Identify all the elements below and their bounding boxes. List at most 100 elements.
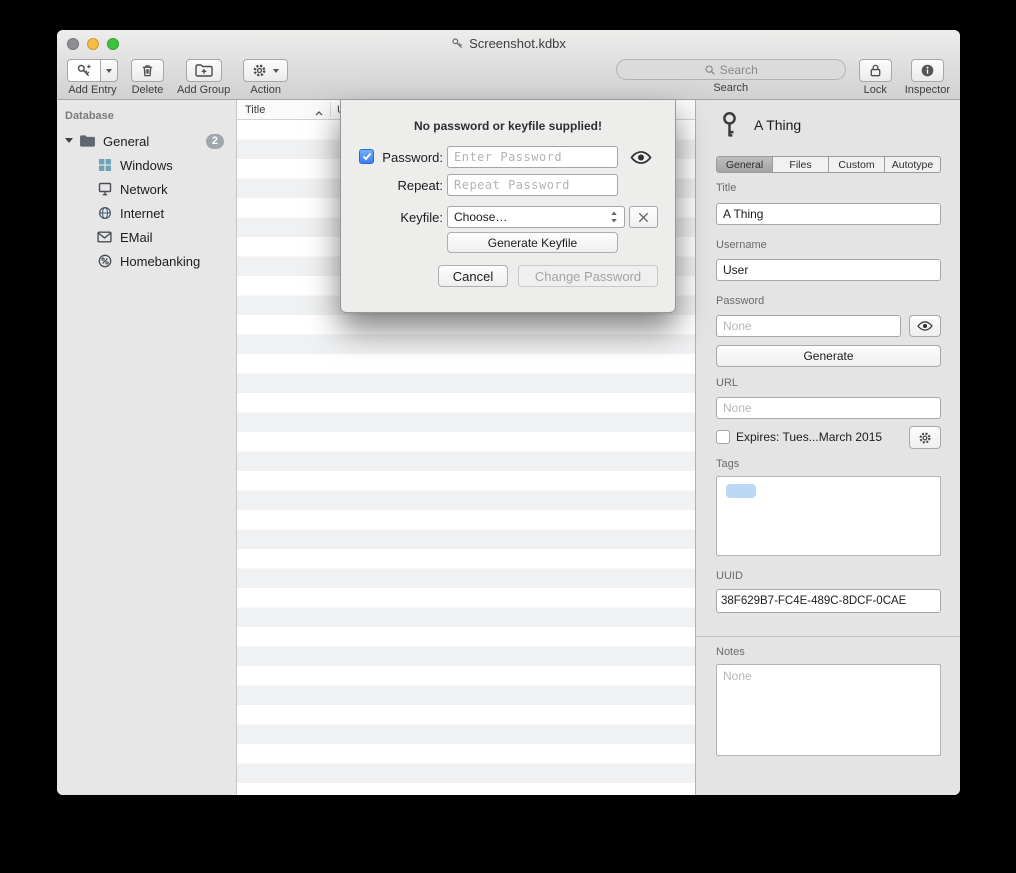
generate-keyfile-button[interactable]: Generate Keyfile <box>447 232 618 253</box>
column-header-title[interactable]: Title <box>245 104 265 116</box>
folder-plus-icon <box>195 63 213 78</box>
sidebar-item-windows[interactable]: Windows <box>57 153 236 177</box>
uuid-label: UUID <box>716 570 743 582</box>
clear-keyfile-button[interactable] <box>629 206 658 228</box>
inspector-panel: A Thing General Files Custom Autotype Ti… <box>695 100 960 795</box>
title-field[interactable] <box>716 203 941 225</box>
tab-autotype[interactable]: Autotype <box>885 157 940 172</box>
add-group-item: Add Group <box>177 59 230 96</box>
action-item: Action <box>243 59 288 96</box>
tags-label: Tags <box>716 458 739 470</box>
sidebar-item-network[interactable]: Network <box>57 177 236 201</box>
chevron-down-icon <box>273 69 279 73</box>
repeat-password-input[interactable] <box>447 174 618 196</box>
sidebar-section-header: Database <box>57 107 236 129</box>
tab-files[interactable]: Files <box>773 157 829 172</box>
key-plus-icon <box>76 63 92 79</box>
expires-settings-button[interactable] <box>909 426 941 449</box>
change-password-button[interactable]: Change Password <box>518 265 658 287</box>
inspector-item: Inspector <box>905 59 950 96</box>
sidebar-item-label: Homebanking <box>120 254 200 269</box>
percent-coin-icon <box>96 254 113 268</box>
sort-asc-icon <box>315 107 323 119</box>
username-label: Username <box>716 239 767 251</box>
sidebar-item-email[interactable]: EMail <box>57 225 236 249</box>
eye-icon <box>629 150 653 165</box>
column-divider[interactable] <box>330 102 331 117</box>
lock-button[interactable] <box>859 59 892 82</box>
url-field[interactable] <box>716 397 941 419</box>
tag-chip[interactable] <box>726 484 756 498</box>
info-circle-icon <box>920 63 935 78</box>
sidebar-item-homebanking[interactable]: Homebanking <box>57 249 236 273</box>
url-label: URL <box>716 377 738 389</box>
search-input[interactable]: Search <box>616 59 846 80</box>
chevron-down-icon <box>106 69 112 73</box>
reveal-password-button[interactable] <box>625 146 657 168</box>
window-chrome: Screenshot.kdbx Add Entry <box>57 30 960 100</box>
keyfile-popup[interactable]: Choose… <box>447 206 625 228</box>
globe-icon <box>96 206 113 220</box>
entry-header: A Thing <box>720 108 801 142</box>
dialog-message: No password or keyfile supplied! <box>341 119 675 133</box>
titlebar[interactable]: Screenshot.kdbx <box>57 30 960 57</box>
lock-item: Lock <box>859 59 892 96</box>
magnifier-icon <box>704 64 716 76</box>
macpass-window: Screenshot.kdbx Add Entry <box>57 30 960 795</box>
sidebar: Database General 2 Windows <box>57 100 237 795</box>
inspector-button[interactable] <box>911 59 944 82</box>
reveal-password-button[interactable] <box>909 315 941 337</box>
lock-label: Lock <box>864 84 887 96</box>
x-icon <box>637 211 650 224</box>
keyfile-selected-value: Choose… <box>454 210 507 224</box>
change-password-sheet: No password or keyfile supplied! Passwor… <box>340 100 676 313</box>
action-label: Action <box>250 84 281 96</box>
document-key-icon <box>451 37 464 50</box>
sidebar-item-internet[interactable]: Internet <box>57 201 236 225</box>
generate-password-button[interactable]: Generate <box>716 345 941 367</box>
monitor-icon <box>96 182 113 196</box>
entry-count-badge: 2 <box>206 134 224 149</box>
entry-title: A Thing <box>754 117 801 133</box>
cancel-button[interactable]: Cancel <box>438 265 508 287</box>
action-button[interactable] <box>243 59 288 82</box>
sidebar-item-label: Windows <box>120 158 173 173</box>
add-group-label: Add Group <box>177 84 230 96</box>
windows-icon <box>96 158 113 172</box>
search-placeholder: Search <box>720 63 758 77</box>
window-title: Screenshot.kdbx <box>57 30 960 57</box>
notes-label: Notes <box>716 646 745 658</box>
tab-general[interactable]: General <box>717 157 773 172</box>
notes-field[interactable] <box>716 664 941 756</box>
key-icon <box>720 110 739 140</box>
desktop: Screenshot.kdbx Add Entry <box>0 0 1016 873</box>
repeat-label: Repeat: <box>367 178 443 193</box>
expires-checkbox[interactable] <box>716 430 730 444</box>
delete-button[interactable] <box>131 59 164 82</box>
delete-item: Delete <box>131 59 164 96</box>
inspector-tabs: General Files Custom Autotype <box>716 156 941 173</box>
tags-field[interactable] <box>716 476 941 556</box>
username-field[interactable] <box>716 259 941 281</box>
keyfile-label: Keyfile: <box>367 210 443 225</box>
tab-custom[interactable]: Custom <box>829 157 885 172</box>
sidebar-item-label: Internet <box>120 206 164 221</box>
password-input[interactable] <box>447 146 618 168</box>
popup-stepper-icon <box>610 210 618 224</box>
password-field[interactable] <box>716 315 901 337</box>
add-entry-dropdown[interactable] <box>101 59 118 82</box>
uuid-field[interactable] <box>716 589 941 613</box>
envelope-icon <box>96 231 113 243</box>
inspector-label: Inspector <box>905 84 950 96</box>
expires-label[interactable]: Expires: Tues...March 2015 <box>736 430 882 444</box>
gear-icon <box>918 431 932 445</box>
delete-label: Delete <box>132 84 164 96</box>
inspector-divider <box>696 636 960 637</box>
sidebar-item-general[interactable]: General 2 <box>57 129 236 153</box>
add-group-button[interactable] <box>186 59 222 82</box>
title-label: Title <box>716 182 736 194</box>
disclosure-triangle-icon[interactable] <box>65 138 73 143</box>
eye-icon <box>916 320 934 332</box>
add-entry-button[interactable] <box>67 59 101 82</box>
gear-icon <box>252 63 267 78</box>
